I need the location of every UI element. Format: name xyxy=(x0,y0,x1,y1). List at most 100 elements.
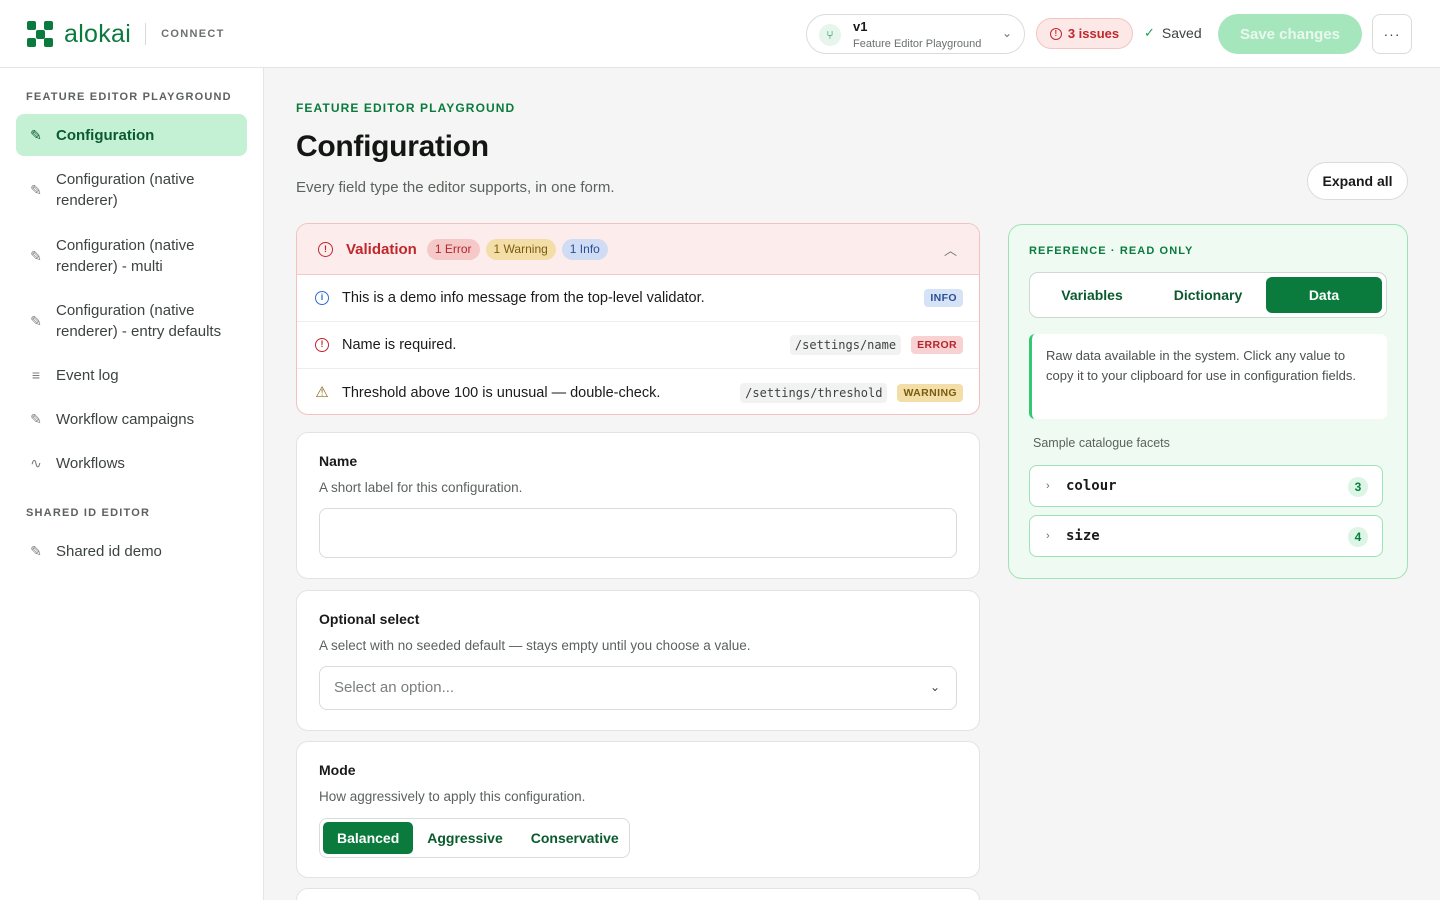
validation-title: Validation xyxy=(346,240,417,258)
alert-circle-icon: ! xyxy=(318,241,333,257)
sidebar-item-shared-id-demo[interactable]: ✎ Shared id demo xyxy=(16,541,247,562)
field-help: A select with no seeded default — stays … xyxy=(319,638,751,653)
reference-panel: REFERENCE · READ ONLY Variables Dictiona… xyxy=(1008,224,1408,579)
check-icon: ✓ xyxy=(1144,25,1155,40)
validation-row-warning: ⚠ Threshold above 100 is unusual — doubl… xyxy=(297,369,979,414)
mode-option-conservative[interactable]: Conservative xyxy=(517,822,633,854)
sidebar-item-configuration-native-multi[interactable]: ✎ Configuration (native renderer) - mult… xyxy=(16,234,226,278)
list-icon: ≡ xyxy=(31,367,41,383)
version-select[interactable]: ⑂ v1 Feature Editor Playground ⌄ xyxy=(806,14,1025,54)
warning-triangle-icon: ⚠ xyxy=(315,383,329,401)
tab-data[interactable]: Data xyxy=(1266,277,1382,313)
select-placeholder: Select an option... xyxy=(334,679,455,696)
chevron-up-icon[interactable]: ︿ xyxy=(944,240,957,259)
field-help: A short label for this configuration. xyxy=(319,480,523,495)
facet-count: 4 xyxy=(1348,527,1368,547)
sidebar-item-label: Shared id demo xyxy=(56,543,162,560)
facet-colour[interactable]: › colour 3 xyxy=(1029,465,1383,507)
level-tag: INFO xyxy=(924,289,963,307)
edit-icon: ✎ xyxy=(30,181,42,198)
validation-row-error: ! Name is required. /settings/name ERROR xyxy=(297,322,979,369)
reference-tabs: Variables Dictionary Data xyxy=(1029,272,1387,318)
field-label: Optional select xyxy=(319,611,420,627)
facet-size[interactable]: › size 4 xyxy=(1029,515,1383,557)
validation-message: Name is required. xyxy=(342,337,457,353)
level-tag: WARNING xyxy=(897,383,963,402)
facet-name: colour xyxy=(1066,478,1117,494)
expand-all-button[interactable]: Expand all xyxy=(1307,162,1408,200)
edit-icon: ✎ xyxy=(30,247,42,264)
validation-message: This is a demo info message from the top… xyxy=(342,290,705,306)
sidebar-item-configuration[interactable]: ✎ Configuration xyxy=(16,114,247,156)
alert-circle-icon: ! xyxy=(315,338,329,352)
branch-icon: ⑂ xyxy=(819,24,841,46)
reference-eyebrow: REFERENCE · READ ONLY xyxy=(1029,245,1194,257)
sidebar-section-shared-id: SHARED ID EDITOR xyxy=(26,507,151,519)
level-tag: ERROR xyxy=(911,336,963,354)
sidebar-item-label: Workflow campaigns xyxy=(56,411,195,428)
optional-select[interactable]: Select an option... ⌄ xyxy=(319,666,957,710)
validation-header[interactable]: ! Validation 1 Error 1 Warning 1 Info ︿ xyxy=(297,224,979,275)
saved-status: ✓ Saved xyxy=(1144,25,1202,41)
edit-icon: ✎ xyxy=(30,543,42,559)
field-label: Name xyxy=(319,453,358,469)
chevron-right-icon: › xyxy=(1046,480,1050,492)
brand-logo[interactable]: alokai CONNECT xyxy=(27,21,225,47)
sidebar-item-workflow-campaigns[interactable]: ✎ Workflow campaigns xyxy=(16,409,247,430)
top-bar: alokai CONNECT ⑂ v1 Feature Editor Playg… xyxy=(0,0,1440,68)
page-subtitle: Every field type the editor supports, in… xyxy=(296,179,615,196)
sidebar-item-label: Configuration (native renderer) - multi xyxy=(56,237,195,275)
saved-label: Saved xyxy=(1161,25,1202,41)
sidebar-item-label: Configuration xyxy=(56,126,155,144)
optional-select-card: Optional select A select with no seeded … xyxy=(296,590,980,731)
sidebar-item-label: Configuration (native renderer) xyxy=(56,171,195,209)
page-title: Configuration xyxy=(296,130,489,163)
brand-name: alokai xyxy=(64,20,132,48)
mode-field-card: Mode How aggressively to apply this conf… xyxy=(296,741,980,878)
validation-message: Threshold above 100 is unusual — double-… xyxy=(342,384,661,401)
brand-subtitle: CONNECT xyxy=(161,28,225,40)
edit-icon: ✎ xyxy=(30,312,42,329)
sidebar-item-configuration-native-entry-defaults[interactable]: ✎ Configuration (native renderer) - entr… xyxy=(16,299,247,343)
chevron-down-icon: ⌄ xyxy=(929,680,940,694)
sidebar-item-label: Workflows xyxy=(56,455,125,472)
alert-circle-icon: ! xyxy=(1049,27,1062,40)
warning-count-badge: 1 Warning xyxy=(485,238,556,260)
sidebar-item-label: Event log xyxy=(56,367,119,384)
sidebar-section-feature-editor: FEATURE EDITOR PLAYGROUND xyxy=(26,91,232,103)
validation-panel: ! Validation 1 Error 1 Warning 1 Info ︿ … xyxy=(296,223,980,415)
tab-dictionary[interactable]: Dictionary xyxy=(1150,277,1266,313)
field-path[interactable]: /settings/threshold xyxy=(740,382,888,403)
mode-option-aggressive[interactable]: Aggressive xyxy=(413,822,516,854)
info-count-badge: 1 Info xyxy=(561,238,608,260)
name-input[interactable] xyxy=(319,508,957,558)
facets-caption: Sample catalogue facets xyxy=(1033,436,1170,450)
sidebar-item-configuration-native[interactable]: ✎ Configuration (native renderer) xyxy=(16,168,226,212)
chevron-down-icon: ⌄ xyxy=(1001,26,1012,40)
issues-badge[interactable]: ! 3 issues xyxy=(1036,18,1133,49)
edit-icon: ✎ xyxy=(30,126,42,143)
mode-option-balanced[interactable]: Balanced xyxy=(323,822,414,854)
tab-variables[interactable]: Variables xyxy=(1034,277,1150,313)
version-title: v1 xyxy=(853,19,868,34)
issues-count: 3 issues xyxy=(1067,26,1120,41)
facet-count: 3 xyxy=(1348,477,1368,497)
brand-divider xyxy=(145,23,147,45)
page-eyebrow: FEATURE EDITOR PLAYGROUND xyxy=(296,101,516,115)
version-subtitle: Feature Editor Playground xyxy=(853,38,982,50)
chevron-right-icon: › xyxy=(1046,530,1050,542)
field-path[interactable]: /settings/name xyxy=(789,335,902,355)
name-field-card: Name A short label for this configuratio… xyxy=(296,432,980,579)
field-label: Mode xyxy=(319,762,356,778)
sidebar-item-label: Configuration (native renderer) - entry … xyxy=(56,302,222,340)
sidebar-item-workflows[interactable]: ∿ Workflows xyxy=(16,453,247,474)
next-field-card xyxy=(296,888,980,900)
field-help: How aggressively to apply this configura… xyxy=(319,789,586,804)
validation-row-info: i This is a demo info message from the t… xyxy=(297,275,979,322)
sidebar-item-event-log[interactable]: ≡ Event log xyxy=(16,365,247,386)
save-changes-button[interactable]: Save changes xyxy=(1218,14,1362,54)
reference-note: Raw data available in the system. Click … xyxy=(1029,334,1387,419)
more-options-button[interactable]: ··· xyxy=(1372,14,1412,54)
info-icon: i xyxy=(315,291,329,305)
mode-segmented-control: Balanced Aggressive Conservative xyxy=(319,818,630,858)
